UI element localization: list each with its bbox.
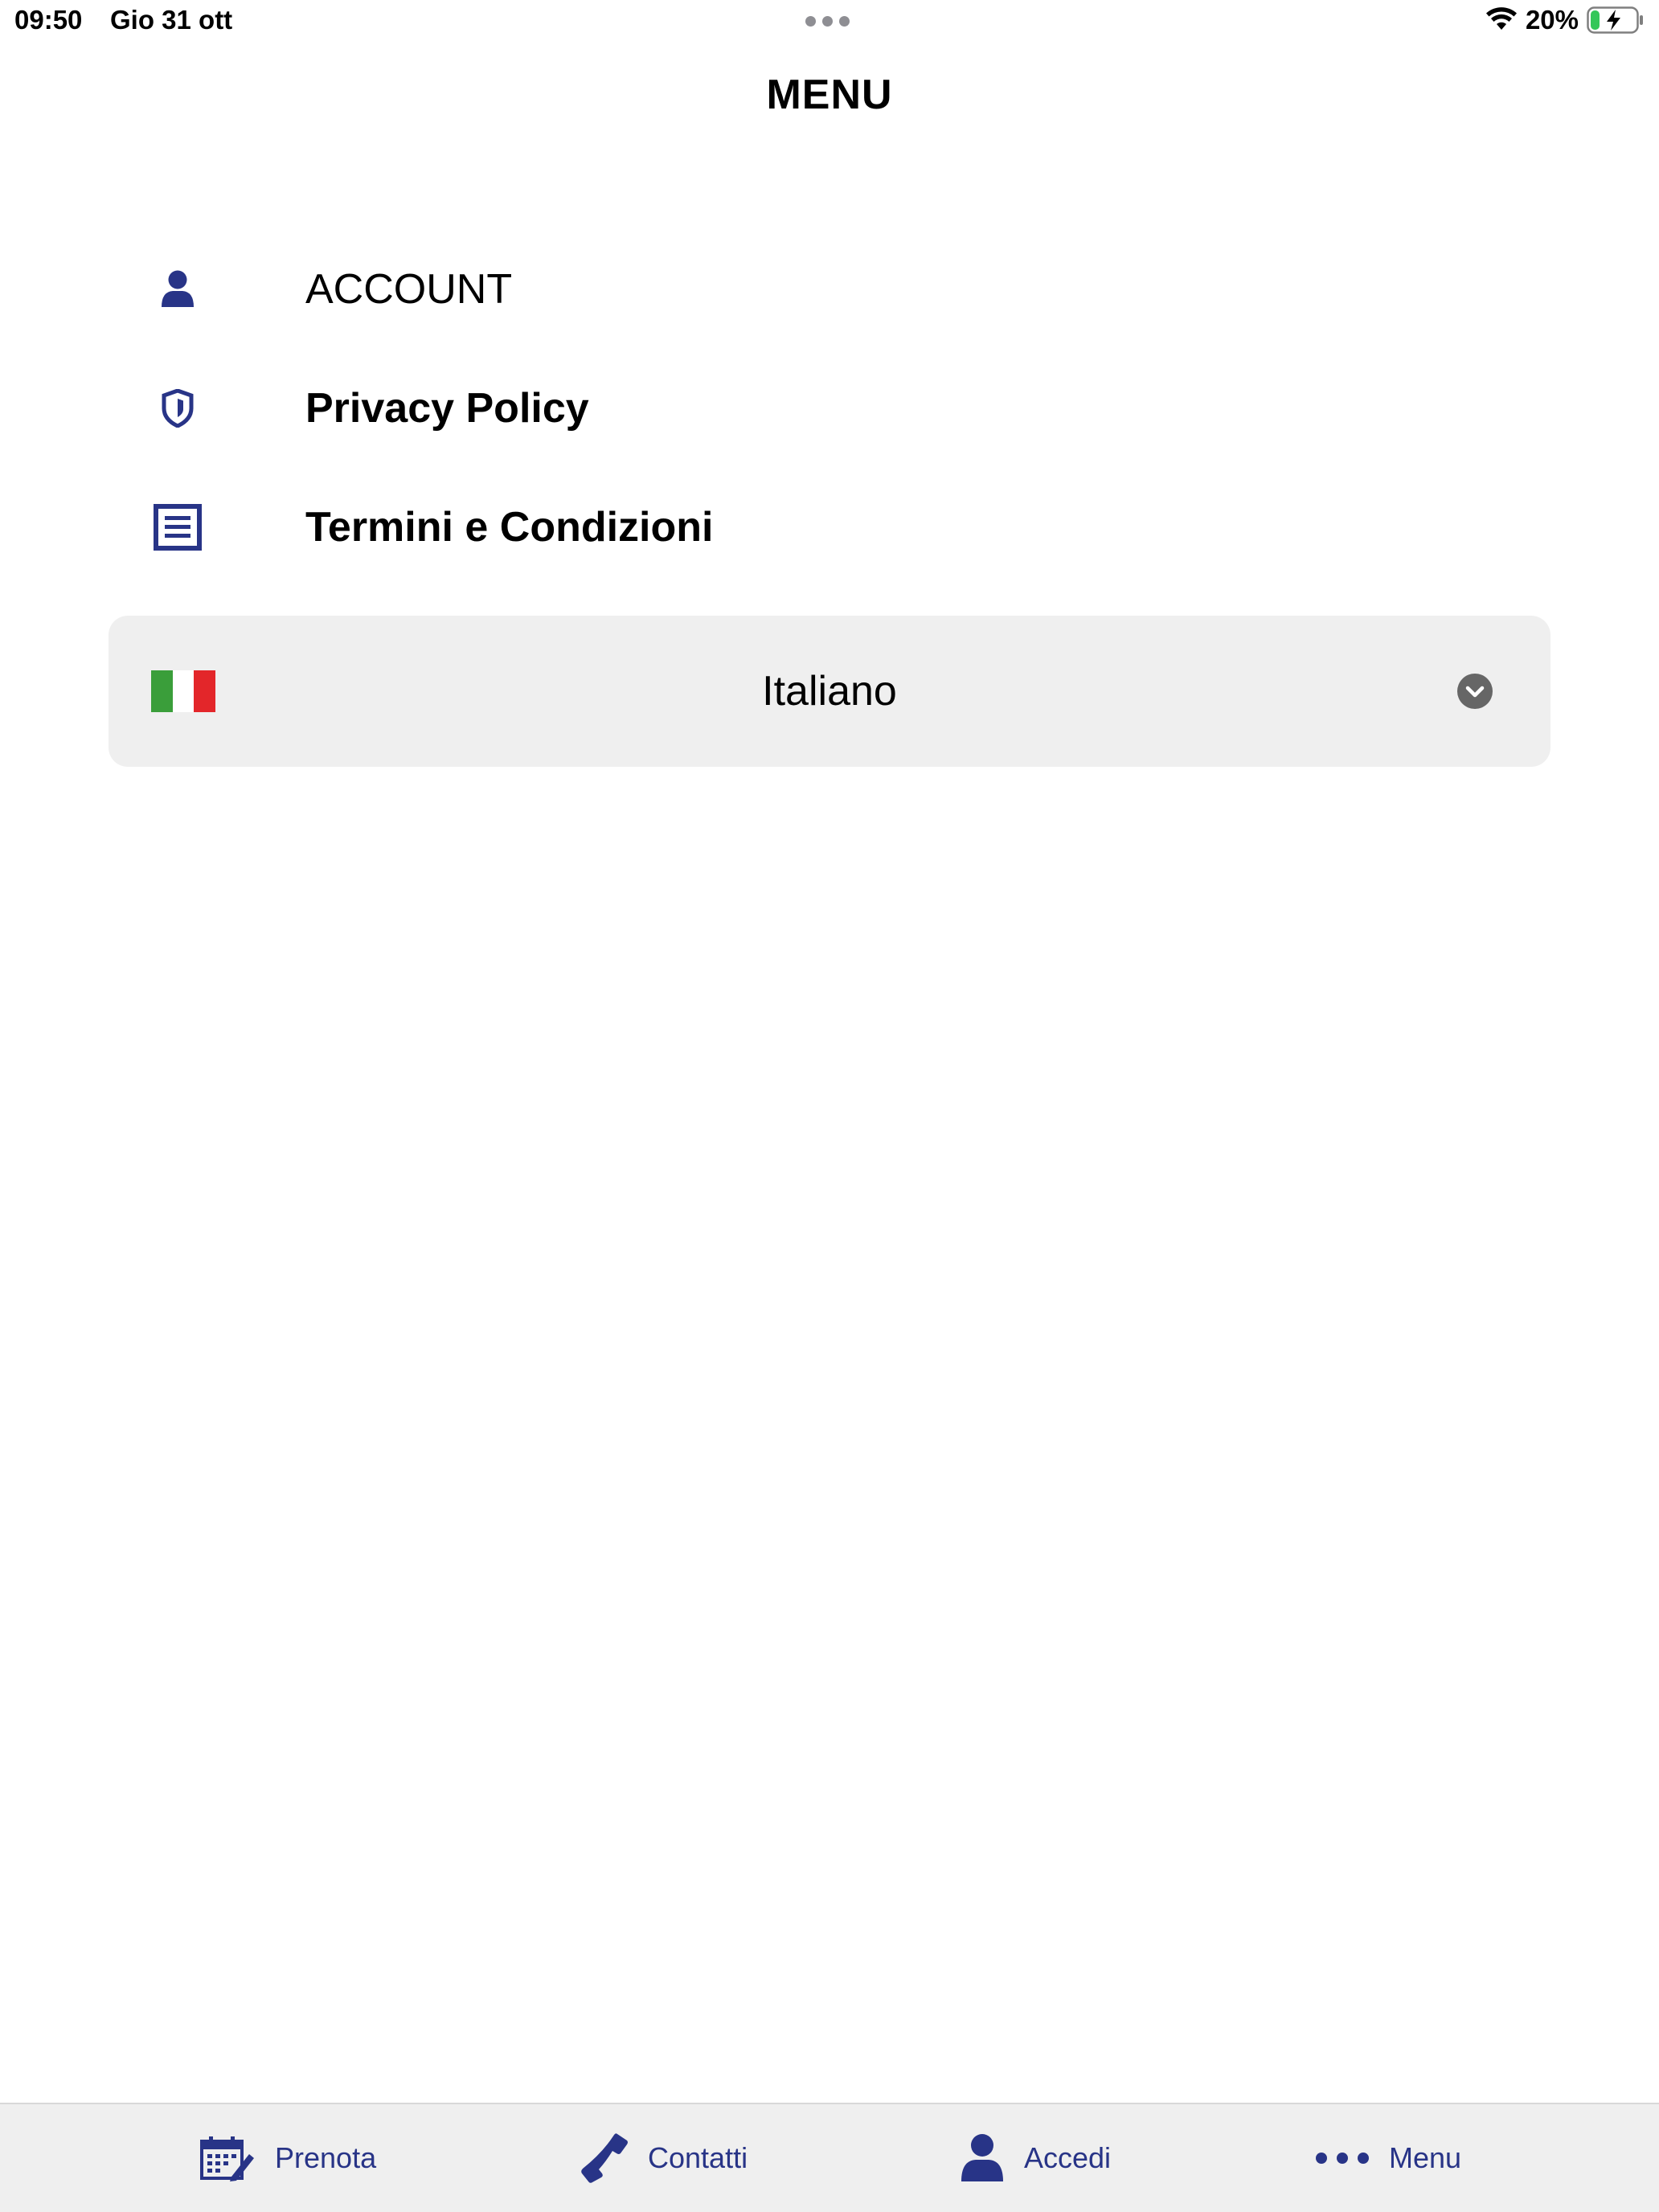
- page-title: MENU: [766, 72, 893, 118]
- menu-item-label: ACCOUNT: [305, 266, 513, 313]
- status-indicators: 20%: [1485, 5, 1645, 35]
- multitasking-dots-icon[interactable]: [805, 16, 850, 27]
- tab-label: Accedi: [1024, 2141, 1112, 2174]
- more-dots-icon: [1316, 2153, 1369, 2164]
- status-date: Gio 31 ott: [110, 5, 233, 35]
- menu-item-account[interactable]: ACCOUNT: [109, 230, 1555, 349]
- status-bar: 09:50 Gio 31 ott 20%: [0, 0, 1659, 42]
- language-selected-value: Italiano: [762, 668, 897, 715]
- menu-item-label: Termini e Condizioni: [305, 504, 714, 551]
- tab-label: Menu: [1389, 2141, 1462, 2174]
- menu-item-label: Privacy Policy: [305, 385, 589, 432]
- wifi-icon: [1485, 7, 1517, 30]
- menu-item-terms-conditions[interactable]: Termini e Condizioni: [109, 468, 1555, 587]
- document-icon: [109, 468, 247, 587]
- tab-label: Contatti: [648, 2141, 748, 2174]
- battery-charging-icon: [1587, 6, 1643, 34]
- tab-prenota[interactable]: Prenota: [199, 2104, 376, 2212]
- menu-item-privacy-policy[interactable]: Privacy Policy: [109, 349, 1555, 468]
- tab-accedi[interactable]: Accedi: [960, 2104, 1111, 2212]
- tab-bar: Prenota Contatti Accedi Menu: [0, 2103, 1659, 2212]
- language-select[interactable]: Italiano: [109, 616, 1550, 767]
- tab-label: Prenota: [275, 2141, 377, 2174]
- user-icon: [109, 230, 247, 349]
- tab-menu[interactable]: Menu: [1315, 2104, 1461, 2212]
- tab-contatti[interactable]: Contatti: [579, 2104, 748, 2212]
- status-time: 09:50: [14, 5, 83, 35]
- battery-percentage: 20%: [1525, 5, 1579, 35]
- user-icon: [961, 2134, 1003, 2181]
- calendar-edit-icon: [200, 2136, 254, 2181]
- phone-icon: [581, 2133, 628, 2183]
- shield-icon: [109, 349, 247, 468]
- chevron-down-icon: [1457, 674, 1493, 709]
- menu-list: ACCOUNT Privacy Policy Termini e Condizi…: [109, 230, 1555, 587]
